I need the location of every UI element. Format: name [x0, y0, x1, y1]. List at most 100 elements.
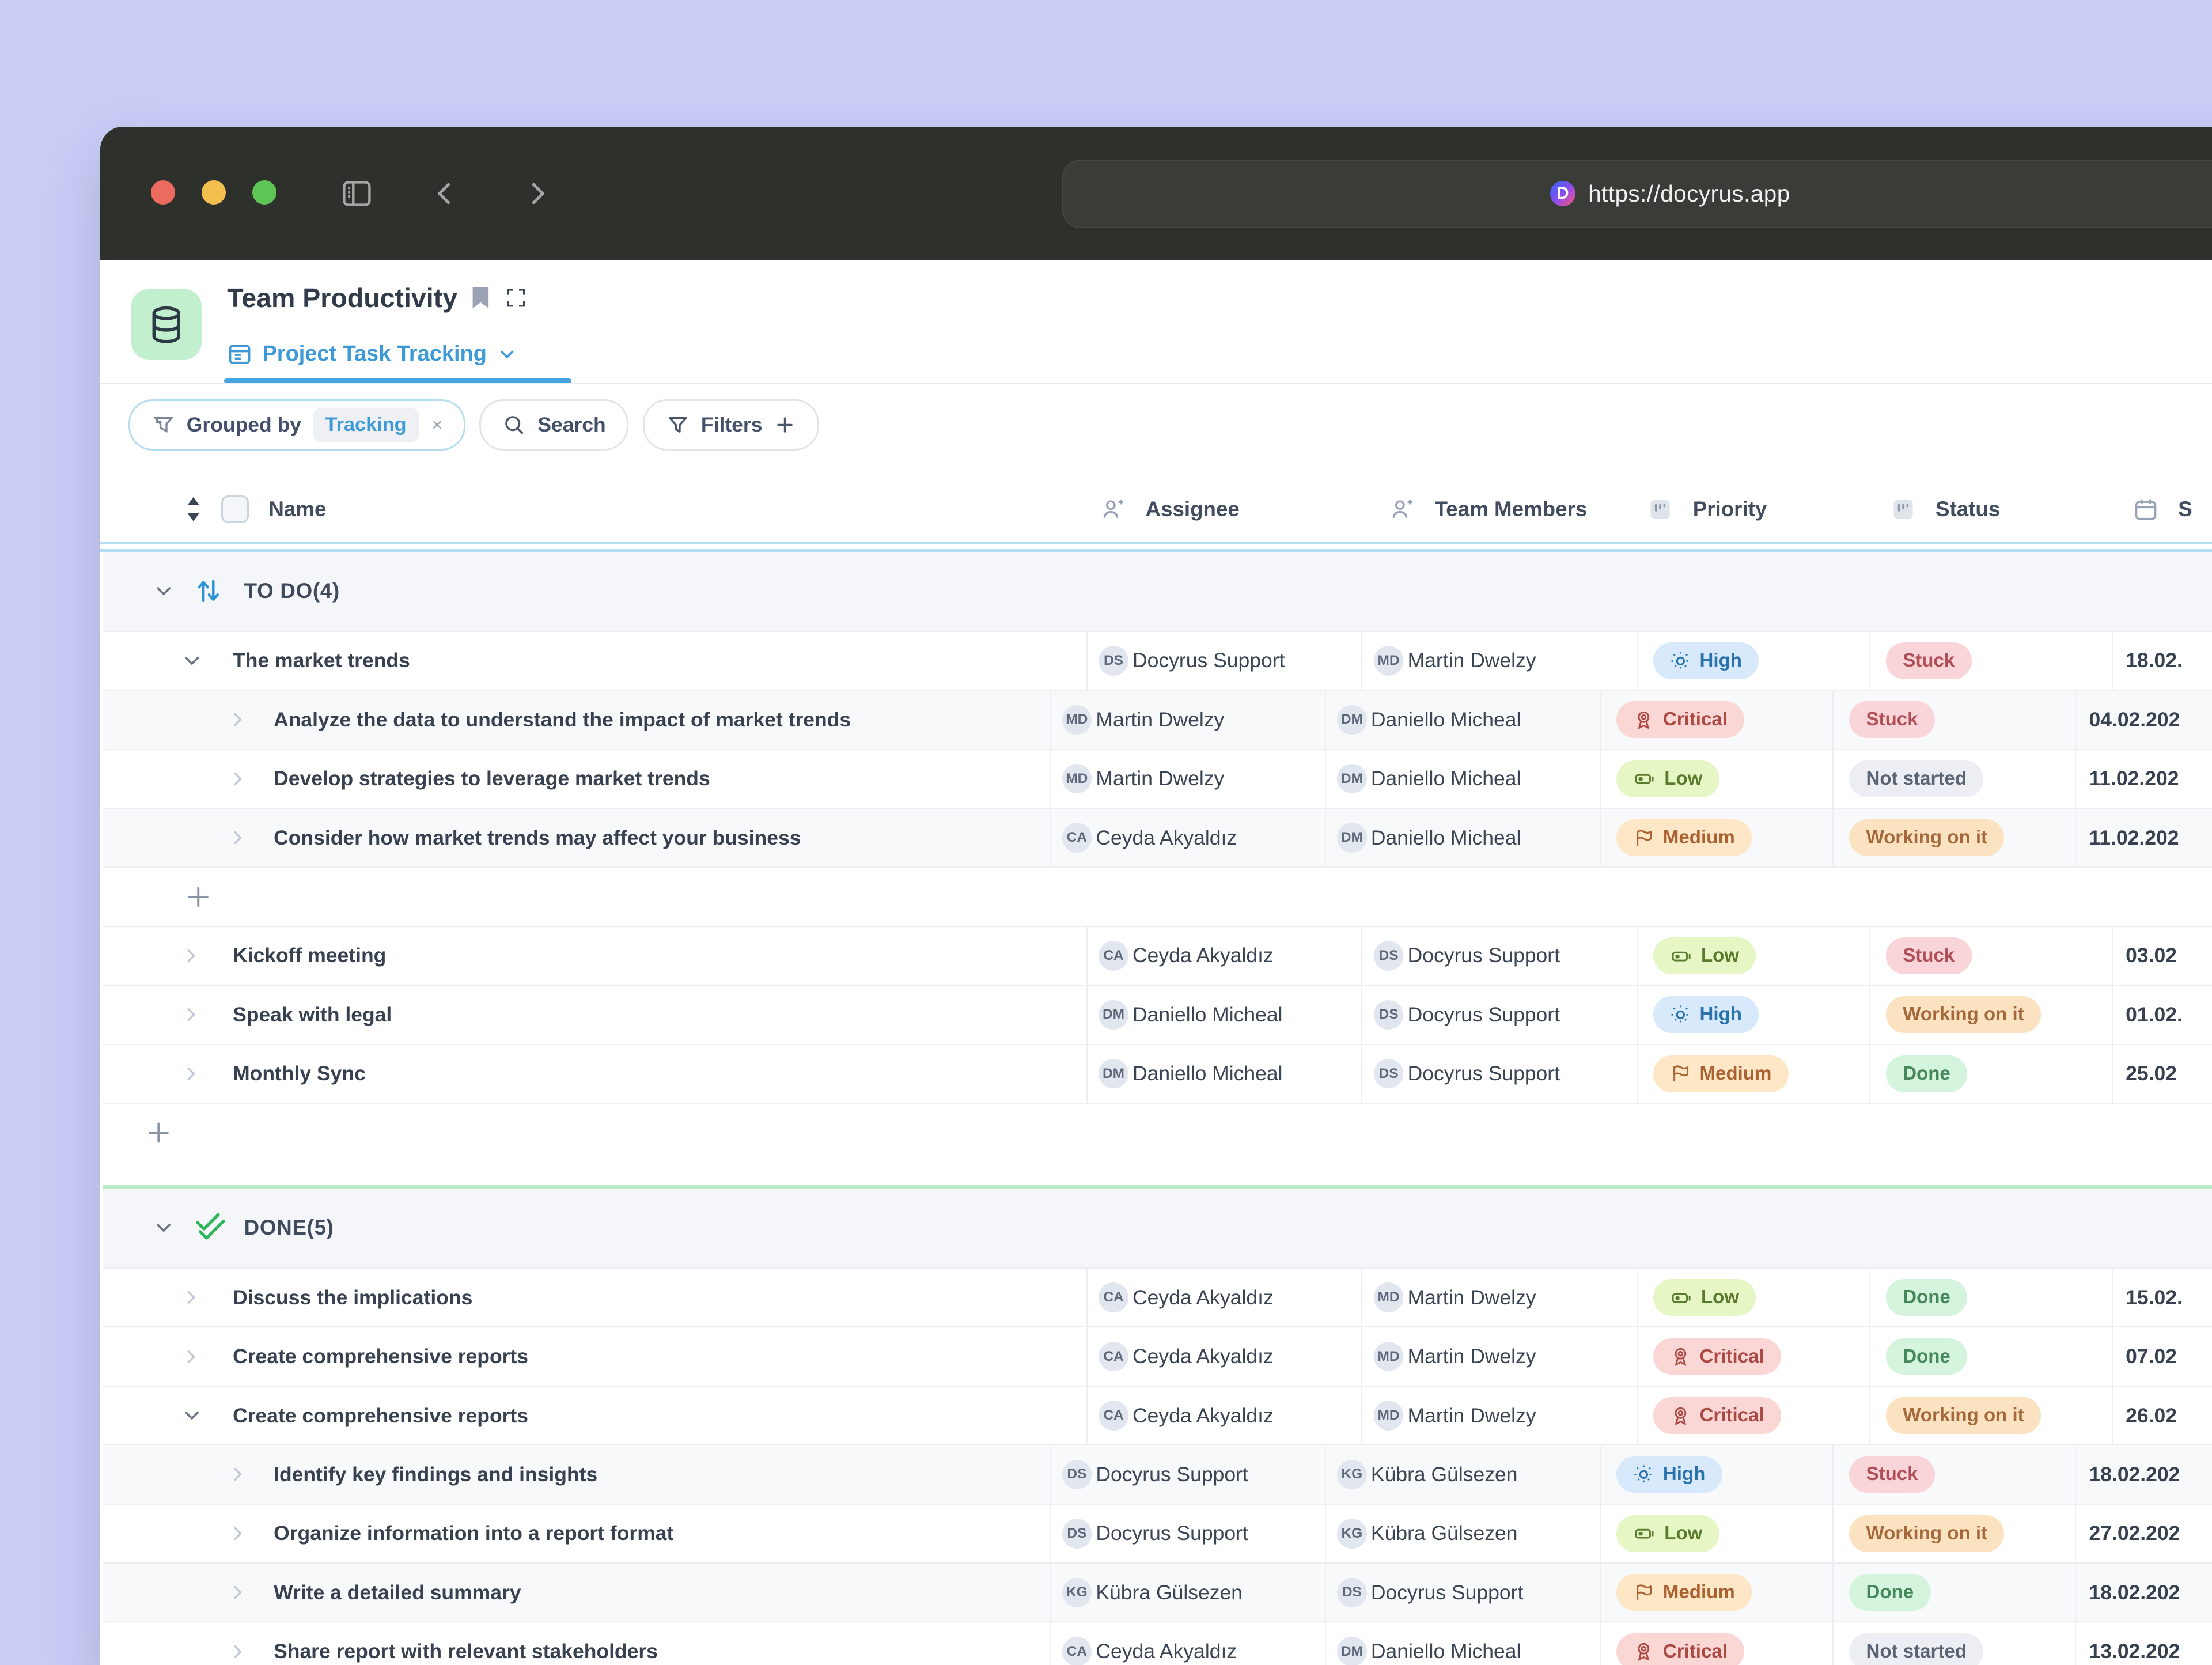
- priority-badge[interactable]: Medium: [1616, 1574, 1752, 1611]
- team-member-cell[interactable]: DS Docyrus Support: [1324, 1564, 1601, 1622]
- plus-icon[interactable]: [185, 883, 212, 910]
- expand-task-icon[interactable]: [182, 1065, 200, 1083]
- team-member-cell[interactable]: MD Martin Dwelzy: [1361, 1386, 1638, 1445]
- expand-task-icon[interactable]: [229, 1643, 247, 1661]
- team-member-cell[interactable]: DM Daniello Micheal: [1324, 1622, 1601, 1665]
- team-member-cell[interactable]: DM Daniello Micheal: [1324, 750, 1601, 808]
- assignee-cell[interactable]: DS Docyrus Support: [1050, 1445, 1326, 1504]
- assignee-cell[interactable]: KG Kübra Gülsezen: [1050, 1564, 1326, 1622]
- team-member-cell[interactable]: KG Kübra Gülsezen: [1324, 1445, 1601, 1504]
- expand-task-icon[interactable]: [229, 1524, 247, 1543]
- task-row[interactable]: Create comprehensive reports CA Ceyda Akya…: [103, 1327, 2212, 1387]
- remove-grouping-icon[interactable]: ×: [432, 414, 443, 436]
- status-cell[interactable]: Working on it: [1869, 986, 2113, 1044]
- status-cell[interactable]: Not started: [1832, 1622, 2076, 1665]
- status-badge[interactable]: Working on it: [1849, 819, 2005, 856]
- start-date-cell[interactable]: 27.02.202: [2075, 1504, 2212, 1563]
- assignee-cell[interactable]: CA Ceyda Akyaldız: [1050, 808, 1326, 867]
- assignee-cell[interactable]: DS Docyrus Support: [1050, 1504, 1326, 1563]
- assignee-cell[interactable]: DM Daniello Micheal: [1086, 986, 1363, 1044]
- start-date-cell[interactable]: 04.02.202: [2075, 691, 2212, 749]
- group-header-done[interactable]: DONE(5): [103, 1188, 2212, 1269]
- priority-badge[interactable]: Critical: [1653, 1397, 1781, 1434]
- assignee-cell[interactable]: CA Ceyda Akyaldız: [1086, 1269, 1363, 1327]
- maximize-window-button[interactable]: [252, 180, 276, 205]
- priority-cell[interactable]: Medium: [1600, 808, 1834, 867]
- collapse-task-icon[interactable]: [182, 1406, 202, 1425]
- priority-badge[interactable]: Critical: [1616, 701, 1745, 739]
- priority-cell[interactable]: Critical: [1636, 1327, 1870, 1386]
- task-row[interactable]: Kickoff meeting CA Ceyda Akyaldız DS Docyrus…: [103, 926, 2212, 986]
- task-row[interactable]: Write a detailed summary KG Kübra Gülsezen…: [103, 1564, 2212, 1623]
- team-member-cell[interactable]: DM Daniello Micheal: [1324, 691, 1601, 749]
- task-row[interactable]: Discuss the implications CA Ceyda Akyaldız…: [103, 1269, 2212, 1328]
- status-badge[interactable]: Done: [1849, 1574, 1931, 1611]
- column-header-team[interactable]: Team Members: [1389, 477, 1587, 542]
- team-member-cell[interactable]: KG Kübra Gülsezen: [1324, 1504, 1601, 1563]
- collapse-task-icon[interactable]: [182, 651, 202, 671]
- priority-cell[interactable]: Low: [1636, 1269, 1870, 1327]
- status-badge[interactable]: Working on it: [1885, 1397, 2041, 1434]
- column-header-assignee[interactable]: Assignee: [1100, 477, 1240, 542]
- select-all-checkbox[interactable]: [221, 495, 249, 523]
- add-filter-icon[interactable]: [774, 414, 796, 436]
- forward-icon[interactable]: [521, 178, 552, 209]
- expand-task-icon[interactable]: [229, 828, 247, 847]
- plus-icon[interactable]: [145, 1119, 172, 1146]
- minimize-window-button[interactable]: [202, 180, 226, 205]
- filters-button[interactable]: Filters: [642, 399, 819, 451]
- start-date-cell[interactable]: 11.02.202: [2075, 808, 2212, 867]
- expand-task-icon[interactable]: [229, 1583, 247, 1602]
- priority-badge[interactable]: Critical: [1653, 1338, 1781, 1375]
- task-row[interactable]: Speak with legal DM Daniello Micheal DS Docy…: [103, 986, 2212, 1045]
- assignee-cell[interactable]: DM Daniello Micheal: [1086, 1045, 1363, 1103]
- status-badge[interactable]: Working on it: [1849, 1515, 2005, 1552]
- status-badge[interactable]: Stuck: [1849, 701, 1935, 739]
- task-row[interactable]: Identify key findings and insights DS Docy…: [103, 1445, 2212, 1505]
- team-member-cell[interactable]: DS Docyrus Support: [1361, 926, 1638, 985]
- priority-cell[interactable]: Low: [1636, 926, 1870, 985]
- team-member-cell[interactable]: MD Martin Dwelzy: [1361, 1269, 1638, 1327]
- assignee-cell[interactable]: MD Martin Dwelzy: [1050, 750, 1326, 808]
- start-date-cell[interactable]: 18.02.: [2112, 631, 2212, 690]
- close-window-button[interactable]: [151, 180, 175, 205]
- expand-task-icon[interactable]: [229, 710, 247, 729]
- grouped-by-chip[interactable]: Grouped by Tracking ×: [128, 399, 465, 451]
- expand-task-icon[interactable]: [229, 770, 247, 788]
- start-date-cell[interactable]: 07.02: [2112, 1327, 2212, 1386]
- status-badge[interactable]: Not started: [1849, 1633, 1984, 1665]
- expand-task-icon[interactable]: [182, 1288, 200, 1307]
- start-date-cell[interactable]: 25.02: [2112, 1045, 2212, 1103]
- start-date-cell[interactable]: 13.02.202: [2075, 1622, 2212, 1665]
- priority-cell[interactable]: Medium: [1600, 1564, 1834, 1622]
- add-task-row[interactable]: [103, 1103, 2212, 1162]
- priority-cell[interactable]: High: [1636, 986, 1870, 1044]
- team-member-cell[interactable]: DS Docyrus Support: [1361, 986, 1638, 1044]
- task-row[interactable]: Share report with relevant stakeholders C…: [103, 1622, 2212, 1665]
- add-task-row[interactable]: [103, 868, 2212, 927]
- team-member-cell[interactable]: MD Martin Dwelzy: [1361, 1327, 1638, 1386]
- back-icon[interactable]: [430, 178, 461, 209]
- group-header-todo[interactable]: TO DO(4): [103, 551, 2212, 632]
- task-row[interactable]: Create comprehensive reports CA Ceyda Akya…: [103, 1386, 2212, 1446]
- status-badge[interactable]: Done: [1885, 1055, 1968, 1092]
- priority-cell[interactable]: High: [1600, 1445, 1834, 1504]
- status-badge[interactable]: Done: [1885, 1279, 1968, 1316]
- priority-badge[interactable]: Low: [1653, 937, 1756, 974]
- assignee-cell[interactable]: CA Ceyda Akyaldız: [1086, 926, 1363, 985]
- collapse-group-icon[interactable]: [154, 1218, 173, 1238]
- task-row[interactable]: Organize information into a report forma…: [103, 1504, 2212, 1564]
- status-cell[interactable]: Working on it: [1832, 1504, 2076, 1563]
- status-cell[interactable]: Done: [1869, 1327, 2113, 1386]
- priority-cell[interactable]: Critical: [1600, 1622, 1834, 1665]
- status-badge[interactable]: Stuck: [1849, 1456, 1935, 1493]
- priority-cell[interactable]: Low: [1600, 750, 1834, 808]
- start-date-cell[interactable]: 18.02.202: [2075, 1564, 2212, 1622]
- priority-cell[interactable]: Critical: [1600, 691, 1834, 749]
- status-badge[interactable]: Stuck: [1885, 937, 1972, 974]
- task-row[interactable]: Consider how market trends may affect yo…: [103, 808, 2212, 868]
- tab-project-task-tracking[interactable]: Project Task Tracking: [227, 342, 517, 367]
- assignee-cell[interactable]: CA Ceyda Akyaldız: [1086, 1327, 1363, 1386]
- status-cell[interactable]: Done: [1869, 1269, 2113, 1327]
- priority-badge[interactable]: Medium: [1616, 819, 1752, 856]
